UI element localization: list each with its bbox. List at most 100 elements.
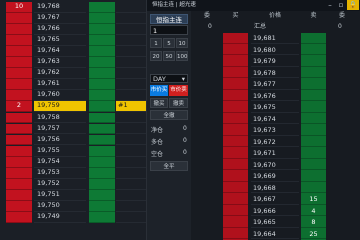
ladder-ask-cell[interactable] — [89, 68, 115, 80]
ladder-ask-cell[interactable] — [89, 2, 115, 13]
cancel-all-button[interactable]: 全撤 — [150, 110, 188, 120]
grid-buy-cell[interactable] — [223, 206, 248, 217]
grid-sell-cell[interactable] — [301, 148, 326, 159]
grid-sell-cell[interactable] — [301, 171, 326, 182]
grid-buy-cell[interactable] — [223, 68, 248, 79]
ladder-bid-cell[interactable] — [6, 68, 32, 80]
ladder-bid-cell[interactable] — [6, 123, 32, 135]
ladder-bid-cell[interactable]: 2 — [6, 101, 32, 113]
grid-sell-cell[interactable]: 25 — [301, 229, 326, 240]
grid-sell-cell[interactable] — [301, 114, 326, 125]
ladder-bid-cell[interactable] — [6, 178, 32, 190]
ladder-ask-cell[interactable] — [89, 57, 115, 69]
ladder-bid-cell[interactable] — [6, 79, 32, 91]
ladder-bid-cell[interactable] — [6, 200, 32, 212]
ladder-ask-cell[interactable] — [89, 211, 115, 223]
ladder-ask-cell[interactable] — [89, 134, 115, 146]
grid-sell-cell[interactable] — [301, 125, 326, 136]
ladder-ask-cell[interactable] — [89, 145, 115, 157]
ladder-bid-cell[interactable] — [6, 189, 32, 201]
grid-buy-cell[interactable] — [223, 56, 248, 67]
grid-sell-cell[interactable] — [301, 160, 326, 171]
market-buy-button[interactable]: 市价买 — [150, 85, 168, 96]
ladder-ask-cell[interactable] — [89, 112, 115, 124]
grid-sell-cell[interactable] — [301, 45, 326, 56]
ladder-ask-cell[interactable] — [89, 101, 115, 113]
grid-sell-cell[interactable] — [301, 102, 326, 113]
ladder-bid-cell[interactable] — [6, 156, 32, 168]
grid-buy-cell[interactable] — [223, 229, 248, 240]
market-sell-button[interactable]: 市价卖 — [169, 85, 188, 96]
grid-sell-cell[interactable]: 4 — [301, 206, 326, 217]
ladder-price-cell: 19,763 — [34, 57, 86, 69]
ladder-bid-cell[interactable] — [6, 13, 32, 24]
grid-buy-cell[interactable] — [223, 33, 248, 44]
grid-sell-cell[interactable] — [301, 183, 326, 194]
grid-buy-cell[interactable] — [223, 45, 248, 56]
qty-preset-button[interactable]: 50 — [163, 51, 175, 61]
grid-sell-cell[interactable] — [301, 137, 326, 148]
ladder-ask-cell[interactable] — [89, 200, 115, 212]
ladder-bid-cell[interactable] — [6, 145, 32, 157]
grid-buy-cell[interactable] — [223, 183, 248, 194]
grid-buy-cell[interactable] — [223, 125, 248, 136]
ladder-ask-cell[interactable] — [89, 13, 115, 24]
grid-buy-cell[interactable] — [223, 160, 248, 171]
ladder-ask-cell[interactable] — [89, 79, 115, 91]
ladder-price-cell: 19,756 — [34, 135, 86, 146]
ladder-bid-cell[interactable]: 10 — [6, 2, 32, 13]
ladder-bid-cell[interactable] — [6, 134, 32, 146]
grid-sell-cell[interactable] — [301, 91, 326, 102]
ladder-order-tag — [116, 190, 146, 201]
grid-sell-cell[interactable]: 15 — [301, 194, 326, 205]
ladder-bid-cell[interactable] — [6, 24, 32, 35]
ladder-bid-cell[interactable] — [6, 46, 32, 58]
quantity-input[interactable]: 1 — [150, 25, 188, 35]
lock-icon[interactable]: 🔒 — [347, 0, 359, 10]
ladder-ask-cell[interactable] — [89, 156, 115, 168]
grid-sell-cell[interactable] — [301, 68, 326, 79]
ladder-ask-cell[interactable] — [89, 178, 115, 190]
ladder-bid-cell[interactable] — [6, 35, 32, 47]
grid-buy-cell[interactable] — [223, 137, 248, 148]
grid-buy-cell[interactable] — [223, 102, 248, 113]
ladder-bid-cell[interactable] — [6, 90, 32, 102]
grid-sell-cell[interactable] — [301, 56, 326, 67]
ladder-ask-cell[interactable] — [89, 90, 115, 102]
ladder-bid-cell[interactable] — [6, 57, 32, 69]
ladder-ask-cell[interactable] — [89, 35, 115, 47]
grid-buy-cell[interactable] — [223, 91, 248, 102]
cancel-buy-button[interactable]: 撤买 — [150, 98, 168, 108]
ladder-ask-cell[interactable] — [89, 46, 115, 58]
grid-buy-cell[interactable] — [223, 171, 248, 182]
qty-preset-button[interactable]: 1 — [150, 38, 162, 48]
grid-buy-cell[interactable] — [223, 148, 248, 159]
ladder-bid-cell[interactable] — [6, 167, 32, 179]
grid-sell-cell[interactable]: 8 — [301, 217, 326, 228]
ladder-ask-cell[interactable] — [89, 24, 115, 35]
ladder-order-tag — [116, 24, 146, 35]
qty-preset-button[interactable]: 5 — [163, 38, 175, 48]
ladder-ask-cell[interactable] — [89, 167, 115, 179]
ladder-order-tag — [116, 79, 146, 91]
qty-preset-button[interactable]: 10 — [176, 38, 188, 48]
grid-buy-cell[interactable] — [223, 114, 248, 125]
ladder-bid-cell[interactable] — [6, 112, 32, 124]
summary-bid-orders: 0 — [208, 23, 212, 30]
minimize-icon[interactable]: – — [325, 0, 335, 10]
grid-buy-cell[interactable] — [223, 194, 248, 205]
grid-sell-cell[interactable] — [301, 33, 326, 44]
grid-sell-cell[interactable] — [301, 79, 326, 90]
time-in-force-select[interactable]: DAY ▾ — [150, 74, 188, 83]
qty-preset-button[interactable]: 100 — [176, 51, 188, 61]
maximize-icon[interactable]: ▫ — [336, 0, 346, 10]
product-name[interactable]: 恒指主连 — [150, 14, 188, 24]
ladder-bid-cell[interactable] — [6, 211, 32, 223]
grid-buy-cell[interactable] — [223, 79, 248, 90]
grid-buy-cell[interactable] — [223, 217, 248, 228]
flatten-all-button[interactable]: 全平 — [150, 161, 188, 171]
qty-preset-button[interactable]: 20 — [150, 51, 162, 61]
ladder-ask-cell[interactable] — [89, 189, 115, 201]
cancel-sell-button[interactable]: 撤卖 — [169, 98, 188, 108]
ladder-ask-cell[interactable] — [89, 123, 115, 135]
